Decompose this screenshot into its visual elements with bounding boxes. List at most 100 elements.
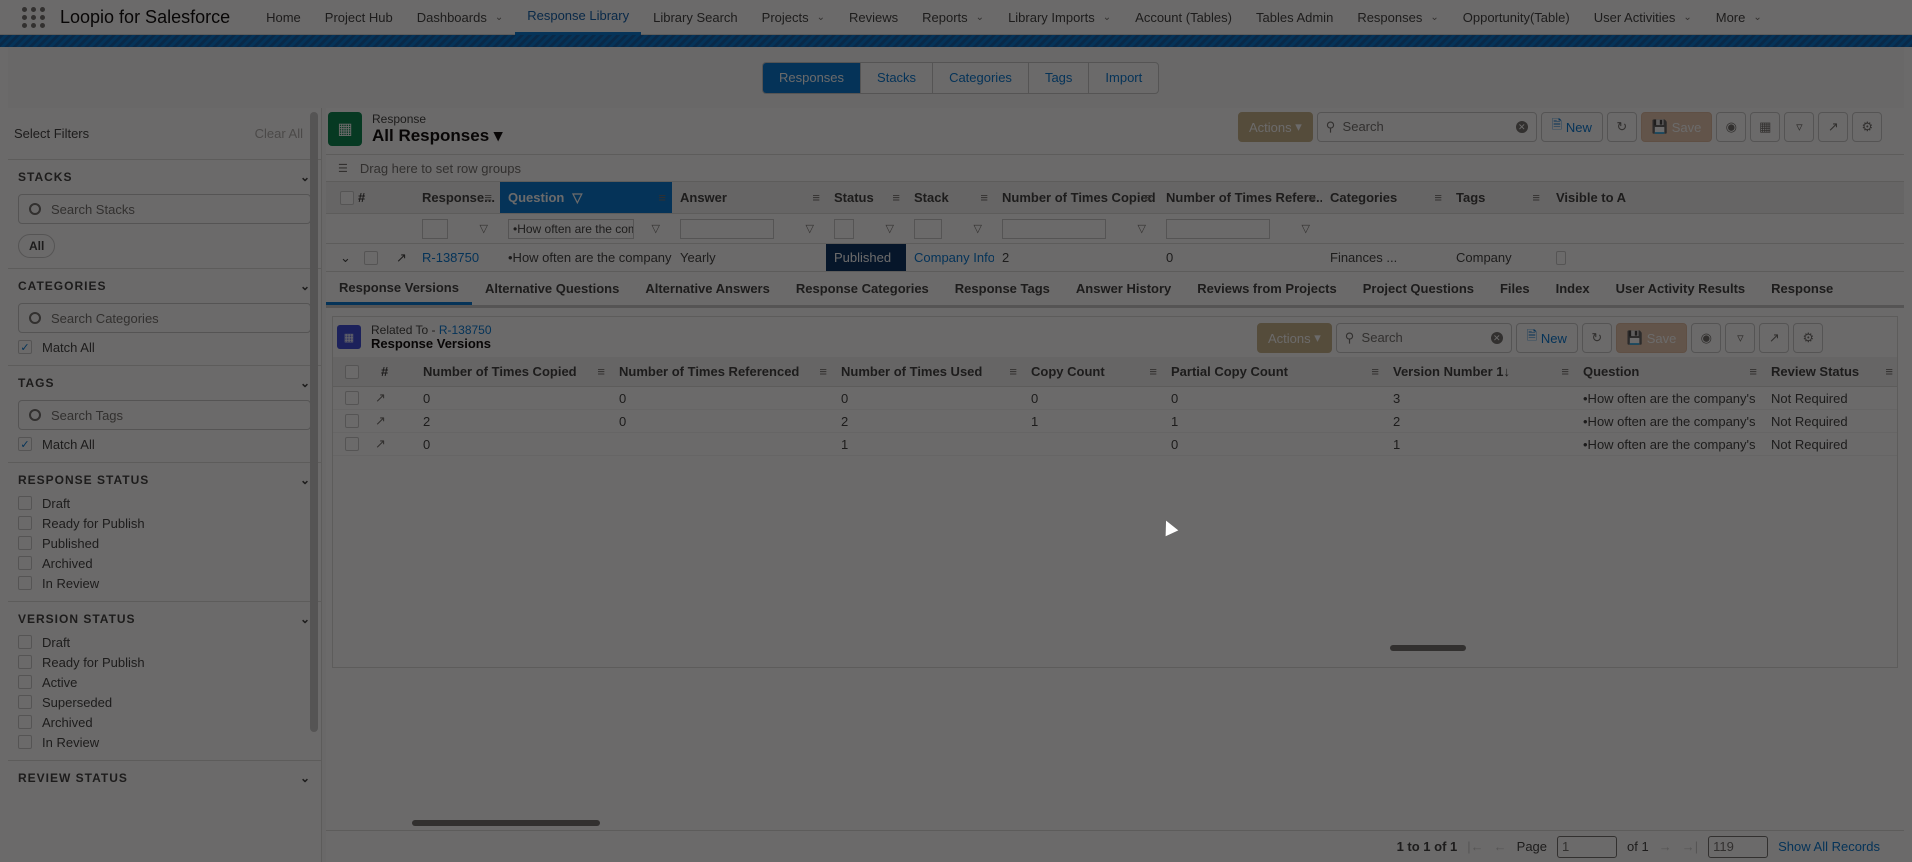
- prev-page-icon[interactable]: ←: [1494, 839, 1507, 854]
- column-menu-icon[interactable]: ≡: [1434, 190, 1442, 205]
- show-all-records-link[interactable]: Show All Records: [1778, 839, 1880, 854]
- column-header[interactable]: Copy Count ≡: [1023, 357, 1163, 386]
- actions-button[interactable]: Actions ▾: [1257, 323, 1332, 353]
- detail-tab-answer-history[interactable]: Answer History: [1063, 272, 1184, 305]
- column-menu-icon[interactable]: ≡: [1371, 364, 1379, 379]
- column-header[interactable]: Status ≡: [826, 182, 906, 213]
- column-menu-icon[interactable]: ≡: [484, 190, 492, 205]
- nav-item-responses[interactable]: Responses ⌄: [1345, 0, 1450, 35]
- nav-item-reviews[interactable]: Reviews: [837, 0, 910, 35]
- first-page-icon[interactable]: |←: [1467, 839, 1483, 854]
- chevron-down-icon[interactable]: ⌄: [1683, 12, 1691, 23]
- filter-icon[interactable]: ▽: [1138, 222, 1146, 235]
- tab-import[interactable]: Import: [1088, 63, 1158, 93]
- detail-tab-response-versions[interactable]: Response Versions: [326, 272, 472, 305]
- filter-icon[interactable]: ▽: [480, 222, 488, 235]
- open-record-icon[interactable]: ↗: [367, 433, 386, 455]
- chevron-down-icon[interactable]: ⌄: [1430, 12, 1438, 23]
- tab-stacks[interactable]: Stacks: [860, 63, 932, 93]
- filter-icon[interactable]: ▽: [886, 222, 894, 235]
- column-menu-icon[interactable]: ≡: [1885, 364, 1893, 379]
- column-header[interactable]: Question ▽ ≡: [500, 182, 672, 213]
- clear-all-link[interactable]: Clear All: [255, 126, 303, 141]
- checkbox[interactable]: [1556, 250, 1566, 265]
- checkbox[interactable]: [345, 437, 359, 451]
- open-record-icon[interactable]: ↗: [388, 244, 407, 271]
- column-header[interactable]: #: [373, 357, 415, 386]
- tab-tags[interactable]: Tags: [1027, 63, 1088, 93]
- column-header[interactable]: Visible to As: [1548, 182, 1626, 213]
- status-option[interactable]: Draft: [18, 495, 311, 511]
- chevron-down-icon[interactable]: ⌄: [817, 12, 825, 23]
- chevron-down-icon[interactable]: ⌄: [495, 12, 503, 23]
- column-header[interactable]: Answer ≡: [672, 182, 826, 213]
- cell-id[interactable]: R-138750: [414, 244, 500, 271]
- palette-button[interactable]: ◉: [1716, 112, 1747, 142]
- expand-chevron-icon[interactable]: ⌄: [332, 244, 351, 271]
- status-option[interactable]: Ready for Publish: [18, 654, 311, 670]
- nav-item-reports[interactable]: Reports ⌄: [910, 0, 996, 35]
- detail-tab-alternative-answers[interactable]: Alternative Answers: [632, 272, 783, 305]
- nav-item-opportunity-table-[interactable]: Opportunity(Table): [1451, 0, 1582, 35]
- palette-button[interactable]: ◉: [1691, 323, 1722, 353]
- settings-button[interactable]: ⚙: [1852, 112, 1883, 142]
- checkbox[interactable]: [18, 576, 32, 590]
- detail-tab-user-activity-results[interactable]: User Activity Results: [1603, 272, 1759, 305]
- filter-icon[interactable]: ▽: [652, 222, 660, 235]
- checkbox[interactable]: [18, 635, 32, 649]
- list-view-selector[interactable]: All Responses ▾: [372, 126, 502, 146]
- column-header[interactable]: Stack ≡: [906, 182, 994, 213]
- detail-tab-files[interactable]: Files: [1487, 272, 1543, 305]
- table-row[interactable]: ↗ 0 0 0 0 0 3 •How often are the company's Not R…: [333, 387, 1897, 410]
- table-row[interactable]: ↗ 0 1 0 1 •How often are the company's Not Req…: [333, 433, 1897, 456]
- settings-button[interactable]: ⚙: [1793, 323, 1824, 353]
- row-checkbox[interactable]: [337, 410, 369, 432]
- clear-search-icon[interactable]: ✕: [1490, 332, 1503, 344]
- status-option[interactable]: Archived: [18, 555, 311, 571]
- chevron-down-icon[interactable]: ⌄: [1753, 12, 1761, 23]
- column-menu-icon[interactable]: ≡: [980, 190, 988, 205]
- new-button[interactable]: 🗎 New: [1515, 323, 1578, 353]
- status-option[interactable]: Ready for Publish: [18, 515, 311, 531]
- sidebar-scrollbar[interactable]: [310, 112, 318, 732]
- column-header[interactable]: Tags ≡: [1448, 182, 1546, 213]
- column-header[interactable]: Number of Times Copied ≡: [994, 182, 1158, 213]
- tab-responses[interactable]: Responses: [763, 63, 861, 93]
- status-option[interactable]: In Review: [18, 734, 311, 750]
- checkbox[interactable]: [18, 556, 32, 570]
- table-view-button[interactable]: ▦: [1750, 112, 1781, 142]
- checkbox[interactable]: [364, 250, 378, 265]
- filter-input[interactable]: [914, 218, 942, 239]
- actions-button[interactable]: Actions ▾: [1238, 112, 1313, 142]
- column-menu-icon[interactable]: ≡: [1561, 364, 1569, 379]
- grid-search-input[interactable]: ⚲ Search ✕: [1316, 112, 1537, 142]
- table-row[interactable]: ↗ 2 0 2 1 1 2 •How often are the company's Not R…: [333, 410, 1897, 433]
- match-all-checkbox[interactable]: ✓: [18, 340, 32, 354]
- nav-item-library-search[interactable]: Library Search: [641, 0, 750, 35]
- column-menu-icon[interactable]: ≡: [892, 190, 900, 205]
- filter-input[interactable]: [1166, 218, 1270, 239]
- open-record-icon[interactable]: ↗: [367, 387, 386, 409]
- column-header[interactable]: #: [350, 182, 406, 213]
- column-menu-icon[interactable]: ≡: [1144, 190, 1152, 205]
- chevron-down-icon[interactable]: ⌄: [300, 771, 311, 785]
- filter-icon[interactable]: ▽: [806, 222, 814, 235]
- detail-tab-alternative-questions[interactable]: Alternative Questions: [472, 272, 632, 305]
- detail-tab-index[interactable]: Index: [1543, 272, 1603, 305]
- column-menu-icon[interactable]: ≡: [1749, 364, 1757, 379]
- match-all-checkbox[interactable]: ✓: [18, 437, 32, 451]
- horizontal-scrollbar[interactable]: [1390, 645, 1466, 651]
- filter-button[interactable]: ▿: [1725, 323, 1756, 353]
- new-button[interactable]: 🗎 New: [1540, 112, 1603, 142]
- status-option[interactable]: Archived: [18, 714, 311, 730]
- search-categories-input[interactable]: Search Categories: [18, 303, 311, 333]
- filter-icon[interactable]: ▽: [974, 222, 982, 235]
- app-launcher-icon[interactable]: [22, 5, 46, 29]
- popout-button[interactable]: ↗: [1818, 112, 1849, 142]
- nav-item-home[interactable]: Home: [254, 0, 313, 35]
- column-menu-icon[interactable]: ≡: [658, 190, 666, 205]
- filter-input[interactable]: [422, 218, 448, 239]
- nav-item-library-imports[interactable]: Library Imports ⌄: [996, 0, 1123, 35]
- filter-input[interactable]: [834, 218, 854, 239]
- nav-item-dashboards[interactable]: Dashboards ⌄: [405, 0, 516, 35]
